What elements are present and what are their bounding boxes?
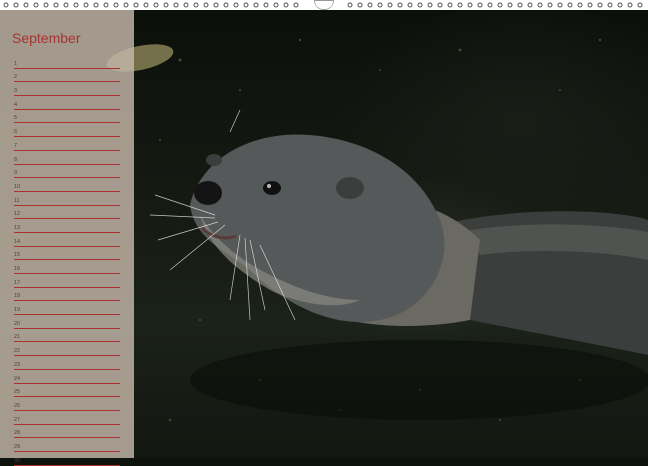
day-number: 27 (14, 416, 21, 423)
spiral-binding (0, 0, 648, 10)
day-number: 6 (14, 129, 18, 136)
day-number: 17 (14, 279, 21, 286)
day-number: 8 (14, 156, 18, 163)
day-row: 17 (14, 274, 120, 288)
day-number: 21 (14, 334, 21, 341)
day-number: 12 (14, 211, 21, 218)
day-row: 12 (14, 206, 120, 220)
day-row: 22 (14, 342, 120, 357)
day-row: 14 (14, 233, 120, 247)
day-row: 10 (14, 178, 120, 192)
day-row: 16 (14, 260, 120, 274)
day-row: 20 (14, 315, 120, 329)
day-number: 20 (14, 320, 21, 327)
day-number: 26 (14, 402, 21, 409)
day-row: 23 (14, 356, 120, 370)
day-row: 15 (14, 247, 120, 261)
day-row: 28 (14, 425, 120, 439)
calendar-panel: September 1 2 3 4 5 6 7 8 9 10 11 12 13 … (0, 10, 134, 466)
day-row: 7 (14, 137, 120, 151)
day-row: 9 (14, 165, 120, 179)
day-number: 29 (14, 443, 21, 450)
day-number: 25 (14, 389, 21, 396)
day-number: 16 (14, 266, 21, 272)
day-number: 24 (14, 375, 21, 382)
day-row: 19 (14, 301, 120, 316)
day-number: 30 (14, 457, 21, 464)
day-number: 23 (14, 361, 21, 368)
day-number: 18 (14, 293, 21, 300)
day-row: 30 (14, 452, 120, 466)
day-number: 11 (14, 197, 20, 204)
day-number: 15 (14, 252, 21, 259)
day-row: 4 (14, 96, 120, 110)
day-row: 2 (14, 69, 120, 83)
day-number: 22 (14, 348, 21, 355)
day-row: 25 (14, 384, 120, 398)
day-number: 28 (14, 430, 21, 437)
day-number: 5 (14, 115, 18, 122)
month-title: September (12, 30, 81, 46)
day-list: 1 2 3 4 5 6 7 8 9 10 11 12 13 14 15 16 1… (14, 55, 120, 466)
day-row: 24 (14, 370, 120, 384)
day-row: 11 (14, 192, 120, 206)
day-number: 4 (14, 101, 18, 108)
hanger-hook (314, 0, 334, 10)
day-row: 8 (14, 151, 120, 165)
day-number: 3 (14, 88, 18, 95)
day-row: 27 (14, 411, 120, 425)
day-row: 26 (14, 397, 120, 411)
day-row: 5 (14, 110, 120, 124)
day-row: 6 (14, 123, 120, 138)
day-number: 9 (14, 170, 18, 177)
day-number: 1 (14, 60, 18, 67)
day-number: 14 (14, 238, 21, 245)
day-number: 2 (14, 74, 18, 81)
day-number: 19 (14, 307, 21, 314)
day-row: 3 (14, 82, 120, 97)
day-row: 1 (14, 55, 120, 69)
day-number: 10 (14, 183, 21, 190)
day-number: 13 (14, 224, 21, 231)
day-row: 13 (14, 219, 120, 233)
day-row: 29 (14, 438, 120, 452)
day-row: 21 (14, 329, 120, 343)
day-row: 18 (14, 288, 120, 302)
day-number: 7 (14, 142, 18, 149)
